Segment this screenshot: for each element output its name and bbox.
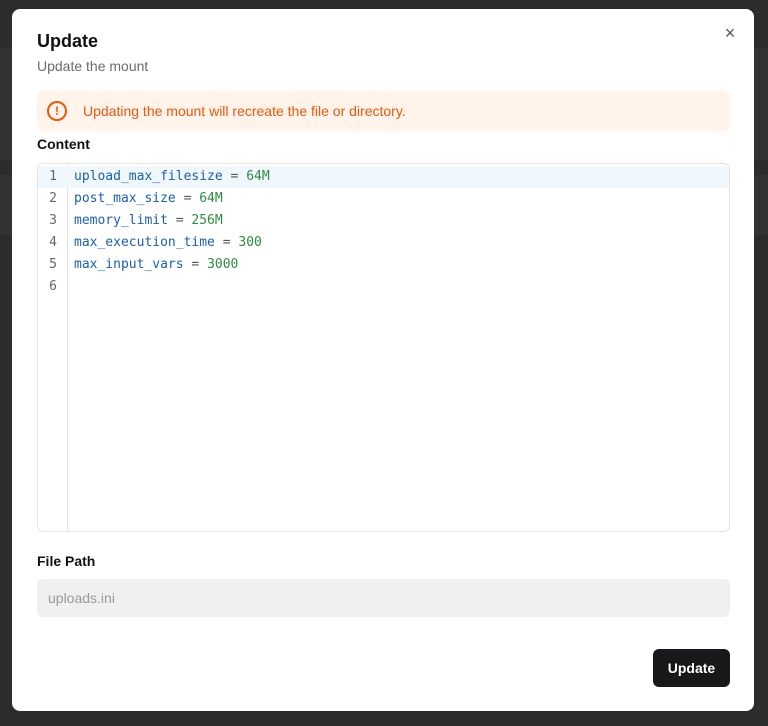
ini-equals: = bbox=[167, 213, 192, 228]
file-path-label: File Path bbox=[37, 553, 96, 569]
line-number: 1 bbox=[49, 169, 57, 184]
editor-line[interactable]: 6 bbox=[38, 276, 729, 298]
ini-key: max_execution_time bbox=[74, 235, 215, 250]
code-text: max_input_vars = 3000 bbox=[74, 254, 238, 276]
dialog-title: Update bbox=[37, 31, 99, 51]
code-text: upload_max_filesize = 64M bbox=[74, 166, 270, 188]
editor-line[interactable]: 4 max_execution_time = 300 bbox=[38, 232, 729, 254]
ini-value: 300 bbox=[238, 235, 262, 250]
ini-equals: = bbox=[214, 235, 239, 250]
content-editor[interactable]: 1 upload_max_filesize = 64M 2 post_max_size… bbox=[37, 163, 730, 532]
ini-equals: = bbox=[183, 257, 208, 272]
content-label: Content bbox=[37, 136, 90, 152]
ini-equals: = bbox=[175, 191, 200, 206]
ini-key: upload_max_filesize bbox=[74, 169, 223, 184]
file-path-input[interactable]: uploads.ini bbox=[37, 579, 730, 617]
alert-circle-icon: ! bbox=[47, 101, 67, 121]
ini-value: 3000 bbox=[207, 257, 239, 272]
update-button[interactable]: Update bbox=[653, 649, 730, 687]
ini-key: memory_limit bbox=[74, 213, 168, 228]
line-number: 2 bbox=[49, 191, 57, 206]
ini-equals: = bbox=[222, 169, 247, 184]
code-text: max_execution_time = 300 bbox=[74, 232, 262, 254]
editor-line[interactable]: 1 upload_max_filesize = 64M bbox=[38, 166, 729, 188]
ini-key: max_input_vars bbox=[74, 257, 184, 272]
ini-key: post_max_size bbox=[74, 191, 176, 206]
alert-text: Updating the mount will recreate the fil… bbox=[83, 103, 406, 119]
code-text: memory_limit = 256M bbox=[74, 210, 223, 232]
line-number: 5 bbox=[49, 257, 57, 272]
line-number: 6 bbox=[49, 279, 57, 294]
line-number: 4 bbox=[49, 235, 57, 250]
ini-value: 256M bbox=[191, 213, 223, 228]
editor-line[interactable]: 5 max_input_vars = 3000 bbox=[38, 254, 729, 276]
warning-alert: ! Updating the mount will recreate the f… bbox=[37, 91, 730, 131]
dialog-subtitle: Update the mount bbox=[37, 58, 149, 74]
close-icon[interactable]: × bbox=[720, 23, 740, 43]
ini-value: 64M bbox=[246, 169, 270, 184]
code-text: post_max_size = 64M bbox=[74, 188, 223, 210]
editor-line[interactable]: 3 memory_limit = 256M bbox=[38, 210, 729, 232]
update-mount-dialog: Update Update the mount × ! Updating the… bbox=[12, 9, 754, 711]
ini-value: 64M bbox=[199, 191, 223, 206]
line-number: 3 bbox=[49, 213, 57, 228]
editor-line[interactable]: 2 post_max_size = 64M bbox=[38, 188, 729, 210]
